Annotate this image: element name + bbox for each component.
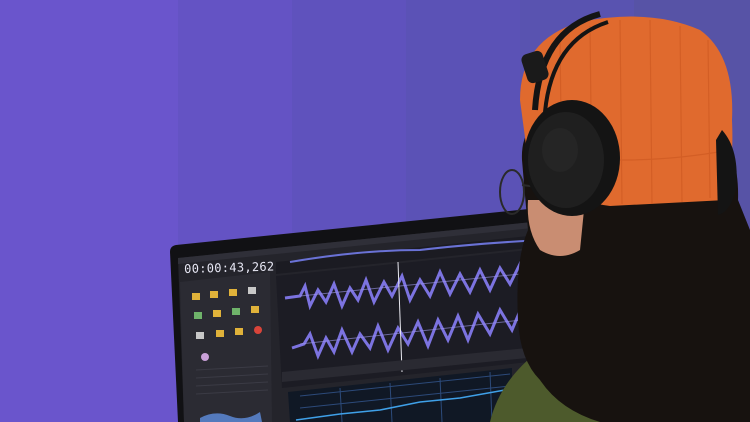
tool-icon[interactable] xyxy=(192,293,200,300)
scene xyxy=(170,11,750,422)
person xyxy=(490,11,750,422)
editor-timecode: 00:00:43,262 xyxy=(184,259,275,276)
tool-icon[interactable] xyxy=(213,310,221,317)
tool-icon[interactable] xyxy=(251,306,259,313)
tool-icon[interactable] xyxy=(229,289,237,296)
glasses xyxy=(499,169,525,215)
tool-icon[interactable] xyxy=(201,353,209,361)
tool-icon[interactable] xyxy=(232,308,240,315)
tool-icon[interactable] xyxy=(248,287,256,294)
laptop-screen xyxy=(170,206,560,422)
tool-icon[interactable] xyxy=(196,332,204,339)
tool-icon[interactable] xyxy=(210,291,218,298)
tool-icon[interactable] xyxy=(194,312,202,319)
tool-icon[interactable] xyxy=(235,328,243,335)
record-icon[interactable] xyxy=(254,326,262,334)
tool-icon[interactable] xyxy=(216,330,224,337)
